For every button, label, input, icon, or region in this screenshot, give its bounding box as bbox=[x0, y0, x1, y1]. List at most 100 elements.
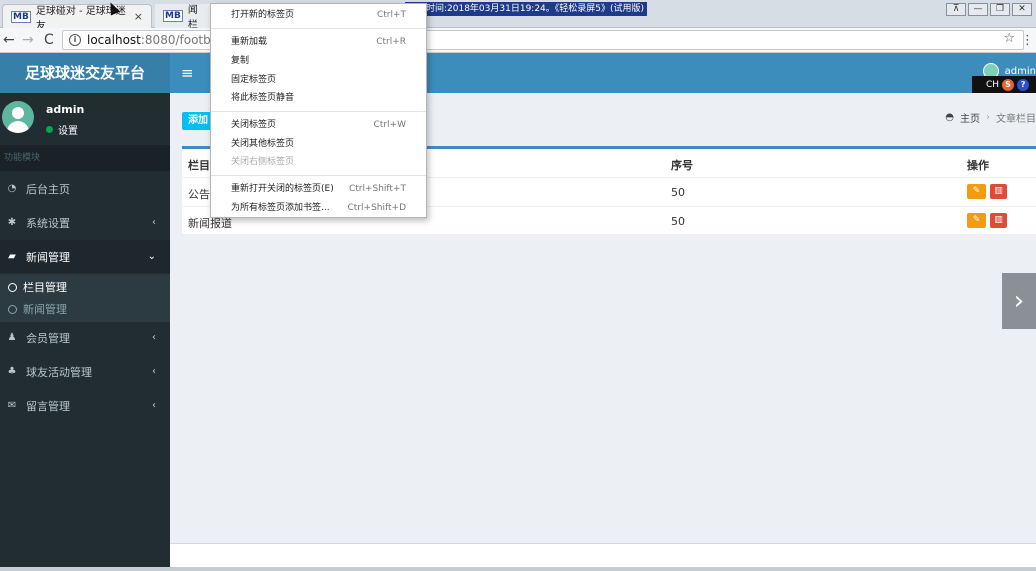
breadcrumb-separator: › bbox=[986, 112, 990, 123]
menu-item-close-tab[interactable]: 关闭标签页 Ctrl+W bbox=[211, 116, 426, 134]
sidebar-item-label: 后台主页 bbox=[26, 182, 70, 196]
dashboard-icon: ◔ bbox=[7, 183, 17, 194]
avatar bbox=[2, 101, 34, 133]
site-info-icon[interactable]: i bbox=[69, 34, 81, 46]
home-icon: ◓ bbox=[945, 112, 954, 123]
browser-menu-icon[interactable]: ⋮ bbox=[1021, 33, 1034, 48]
menu-item-shortcut: Ctrl+R bbox=[376, 37, 406, 47]
user-status[interactable]: 设置 bbox=[46, 122, 78, 137]
breadcrumb-home[interactable]: 主页 bbox=[960, 110, 980, 125]
user-icon[interactable]: ⊼ bbox=[946, 3, 966, 16]
menu-item-reload[interactable]: 重新加载 Ctrl+R bbox=[211, 33, 426, 51]
url-host: localhost bbox=[87, 33, 141, 47]
menu-item-label: 为所有标签页添加书签... bbox=[231, 203, 330, 213]
user-icon: ♟ bbox=[7, 332, 17, 343]
row-name: 公告 bbox=[188, 188, 210, 201]
users-icon: ♣ bbox=[7, 366, 17, 377]
delete-button[interactable]: ▥ bbox=[990, 213, 1007, 228]
menu-item-reopen-closed-tab[interactable]: 重新打开关闭的标签页(E) Ctrl+Shift+T bbox=[211, 180, 426, 198]
user-panel: admin 设置 bbox=[0, 93, 170, 143]
url-input[interactable]: i localhost:8080/footballs ☆ bbox=[62, 30, 1024, 50]
sidebar-item-label: 会员管理 bbox=[26, 331, 70, 345]
edit-button[interactable]: ✎ bbox=[967, 213, 986, 228]
chevron-left-icon: ‹ bbox=[152, 332, 156, 343]
chevron-left-icon: ‹ bbox=[152, 217, 156, 228]
restore-button[interactable]: ❐ bbox=[990, 3, 1010, 16]
chevron-down-icon: ⌄ bbox=[147, 251, 156, 262]
sidebar-item-fan-activity-management[interactable]: ♣ 球友活动管理 ‹ bbox=[0, 355, 170, 388]
sidebar-item-system-settings[interactable]: ✱ 系统设置 ‹ bbox=[0, 206, 170, 239]
gear-icon: ✱ bbox=[7, 217, 17, 228]
menu-item-close-tabs-right[interactable]: 关闭右侧标签页 bbox=[211, 153, 426, 171]
breadcrumb-current: 文章栏目 bbox=[996, 114, 1036, 125]
row-order: 50 bbox=[671, 186, 685, 199]
browser-tab-bar: MB 足球碰对 - 足球球迷友 × MB 新闻栏目 制作时间:2018年03月3… bbox=[0, 0, 1036, 46]
menu-item-new-tab[interactable]: 打开新的标签页 Ctrl+T bbox=[211, 6, 426, 24]
app-header: 足球球迷交友平台 ≡ admin bbox=[0, 53, 1036, 93]
sidebar-item-label: 球友活动管理 bbox=[26, 365, 92, 379]
edit-button[interactable]: ✎ bbox=[967, 184, 986, 199]
delete-button[interactable]: ▥ bbox=[990, 184, 1007, 199]
ime-language-label[interactable]: CH bbox=[986, 80, 999, 90]
close-tab-icon[interactable]: × bbox=[134, 10, 143, 23]
menu-item-label: 复制 bbox=[231, 56, 250, 66]
breadcrumb: ◓ 主页 › 文章栏目 bbox=[945, 110, 1036, 125]
reload-button[interactable]: C bbox=[44, 32, 54, 48]
sidebar-toggle-icon[interactable]: ≡ bbox=[181, 64, 194, 82]
sidebar-item-dashboard[interactable]: ◔ 后台主页 bbox=[0, 172, 170, 205]
minimize-button[interactable]: — bbox=[968, 3, 988, 16]
next-arrow-button[interactable]: › bbox=[1002, 273, 1036, 329]
sidebar-section-label: 功能模块 bbox=[0, 145, 170, 171]
menu-item-shortcut: Ctrl+Shift+D bbox=[347, 203, 406, 213]
row-actions: ✎ ▥ bbox=[967, 213, 1007, 228]
back-button[interactable]: ← bbox=[3, 32, 15, 48]
menu-item-close-other-tabs[interactable]: 关闭其他标签页 bbox=[211, 135, 426, 153]
menu-divider bbox=[211, 175, 426, 176]
message-icon: ✉ bbox=[7, 400, 17, 411]
circle-icon bbox=[8, 282, 17, 292]
sidebar: admin 设置 功能模块 ◔ 后台主页 ✱ 系统设置 ‹ ▰ 新闻管理 ⌄ 栏… bbox=[0, 93, 170, 571]
ime-s-icon[interactable]: S bbox=[1002, 78, 1015, 91]
menu-item-label: 关闭其他标签页 bbox=[231, 139, 295, 149]
ime-toolbar: CH S ? bbox=[972, 76, 1036, 93]
browser-tab-1[interactable]: MB 足球碰对 - 足球球迷友 × bbox=[2, 4, 152, 32]
menu-item-label: 关闭右侧标签页 bbox=[231, 157, 295, 167]
menu-item-shortcut: Ctrl+T bbox=[376, 10, 406, 20]
menu-item-label: 将此标签页静音 bbox=[231, 93, 295, 103]
address-bar: ← → C i localhost:8080/footballs ☆ bbox=[0, 28, 1036, 53]
forward-button[interactable]: → bbox=[22, 32, 34, 48]
menu-item-pin-tab[interactable]: 固定标签页 bbox=[211, 71, 426, 89]
menu-item-shortcut: Ctrl+W bbox=[373, 120, 406, 130]
browser-tab-2[interactable]: MB 新闻栏目 bbox=[155, 0, 215, 46]
ime-help-icon[interactable]: ? bbox=[1017, 78, 1030, 91]
sidebar-item-news-management[interactable]: ▰ 新闻管理 ⌄ bbox=[0, 240, 170, 273]
menu-item-label: 关闭标签页 bbox=[231, 120, 277, 130]
menu-divider bbox=[211, 111, 426, 112]
menu-item-mute-tab[interactable]: 将此标签页静音 bbox=[211, 89, 426, 107]
sidebar-item-member-management[interactable]: ♟ 会员管理 ‹ bbox=[0, 321, 170, 354]
online-dot-icon bbox=[46, 126, 53, 133]
menu-item-duplicate[interactable]: 复制 bbox=[211, 52, 426, 70]
menu-divider bbox=[211, 28, 426, 29]
menu-item-label: 打开新的标签页 bbox=[231, 10, 295, 20]
submenu-item-news-management[interactable]: 新闻管理 bbox=[0, 298, 170, 320]
sidebar-item-message-management[interactable]: ✉ 留言管理 ‹ bbox=[0, 389, 170, 422]
menu-item-label: 固定标签页 bbox=[231, 75, 277, 85]
app-logo[interactable]: 足球球迷交友平台 bbox=[0, 53, 170, 93]
site-favicon-icon: MB bbox=[11, 10, 31, 23]
user-status-label: 设置 bbox=[58, 126, 78, 137]
site-favicon-icon: MB bbox=[163, 10, 183, 22]
header-user-name: admin bbox=[1004, 65, 1036, 77]
bookmark-star-icon[interactable]: ☆ bbox=[1003, 31, 1015, 46]
close-window-button[interactable]: ✕ bbox=[1012, 3, 1032, 16]
page-footer bbox=[170, 543, 1036, 567]
sidebar-user-name: admin bbox=[46, 103, 85, 116]
sidebar-item-label: 新闻管理 bbox=[26, 250, 70, 264]
circle-icon bbox=[8, 304, 17, 314]
book-icon: ▰ bbox=[8, 251, 16, 262]
column-header-name: 栏目 bbox=[188, 159, 210, 172]
menu-item-bookmark-all-tabs[interactable]: 为所有标签页添加书签... Ctrl+Shift+D bbox=[211, 199, 426, 217]
sidebar-item-label: 留言管理 bbox=[26, 399, 70, 413]
submenu-item-label: 新闻管理 bbox=[23, 303, 67, 316]
submenu-item-category-management[interactable]: 栏目管理 bbox=[0, 276, 170, 298]
